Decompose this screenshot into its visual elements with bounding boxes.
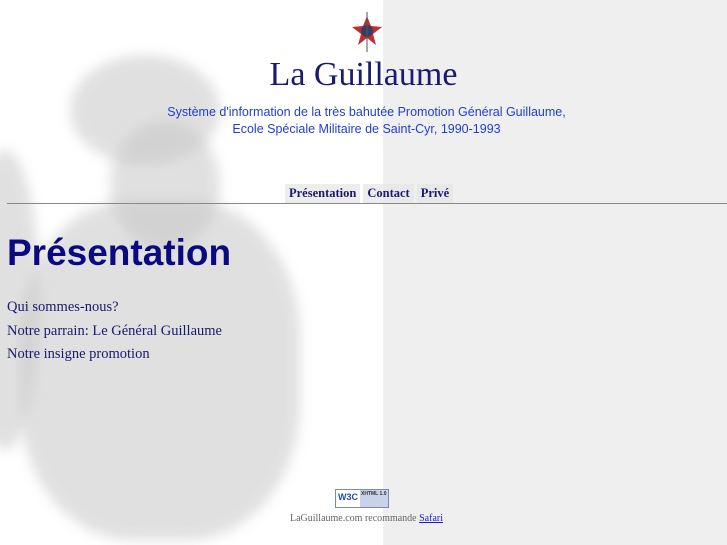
link-qui-sommes-nous[interactable]: Qui sommes-nous? <box>7 299 222 323</box>
main-nav: Présentation Contact Privé <box>285 184 454 203</box>
site-subtitle-line1: Système d'information de la très bahutée… <box>167 105 566 119</box>
section-links: Qui sommes-nous? Notre parrain: Le Génér… <box>7 299 222 370</box>
footer: LaGuillaume.com recommande Safari <box>0 513 727 524</box>
site-subtitle-line2: Ecole Spéciale Militaire de Saint-Cyr, 1… <box>232 122 501 136</box>
link-notre-parrain[interactable]: Notre parrain: Le Général Guillaume <box>7 323 222 347</box>
nav-prive[interactable]: Privé <box>416 184 454 203</box>
nav-contact[interactable]: Contact <box>363 184 414 203</box>
safari-link[interactable]: Safari <box>419 513 443 524</box>
w3c-xhtml-badge[interactable]: W3C XHTML 1.0 <box>335 489 389 508</box>
promotion-emblem-logo <box>352 12 382 52</box>
nav-presentation[interactable]: Présentation <box>285 184 361 203</box>
w3c-label: W3C <box>338 492 358 502</box>
link-notre-insigne[interactable]: Notre insigne promotion <box>7 346 222 370</box>
xhtml-label: XHTML 1.0 <box>360 490 388 507</box>
divider <box>7 203 727 204</box>
footer-text: LaGuillaume.com recommande <box>289 513 417 524</box>
site-title: La Guillaume <box>269 56 458 93</box>
page-heading: Présentation <box>7 232 232 273</box>
